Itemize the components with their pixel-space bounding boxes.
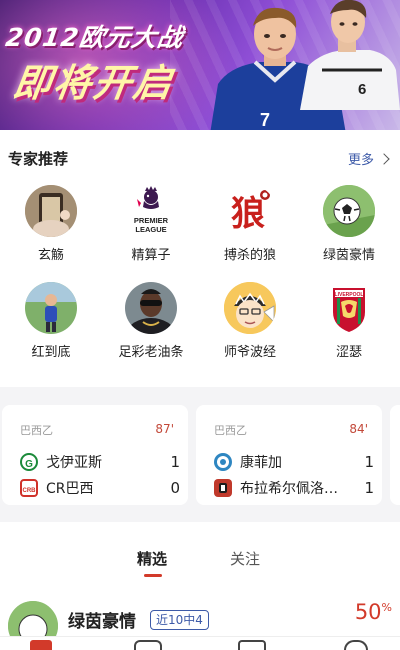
player-white-illustration: 6 [292, 0, 400, 110]
expert-name: 精算子 [131, 248, 171, 263]
team-name: 戈伊亚斯 [46, 455, 102, 471]
match-card[interactable]: 巴西乙 84' 康菲加 1 布拉希尔佩洛… 1 [196, 405, 382, 505]
experts-section-title: 专家推荐 [8, 150, 69, 168]
more-experts-link[interactable]: 更多 [347, 149, 390, 168]
expert-name: 涩瑟 [335, 345, 362, 360]
chevron-right-icon [378, 152, 390, 165]
hit-rate-badge: 近10中4 [150, 610, 209, 630]
data-tab-icon[interactable] [238, 640, 266, 650]
team-logo-icon: G [20, 453, 38, 471]
soccer-ball-avatar [323, 185, 375, 237]
active-tab-indicator [144, 574, 162, 577]
match-minute: 84' [349, 422, 368, 436]
avatar [125, 282, 177, 334]
expert-item[interactable]: 玄觞 [6, 185, 96, 263]
jersey-number-blue: 7 [260, 110, 270, 130]
tab-featured[interactable]: 精选 [137, 548, 167, 569]
home-team-row: 康菲加 1 [214, 451, 374, 473]
svg-text:LEAGUE: LEAGUE [135, 225, 166, 234]
match-card-partial[interactable] [390, 405, 400, 505]
away-team-row: CRB CR巴西 0 [20, 477, 180, 499]
team-score: 1 [364, 479, 374, 497]
banner-subheadline: 即将开启 [10, 61, 177, 105]
profile-tab-icon[interactable] [344, 640, 368, 650]
banner-headline: 2012欧元大战 [3, 23, 186, 52]
win-rate-unit: % [381, 601, 392, 614]
team-score: 0 [170, 479, 180, 497]
expert-name: 绿茵豪情 [322, 248, 375, 263]
expert-item[interactable]: PREMIER LEAGUE 精算子 [106, 185, 196, 263]
tab-following[interactable]: 关注 [230, 548, 260, 569]
home-team-row: G 戈伊亚斯 1 [20, 451, 180, 473]
expert-item[interactable]: LIVERPOOL 涩瑟 [304, 282, 394, 360]
promo-banner[interactable]: 2012欧元大战 即将开启 7 6 [0, 0, 400, 130]
team-name: 康菲加 [240, 455, 282, 471]
expert-name: 搏杀的狼 [223, 248, 276, 263]
team-score: 1 [170, 453, 180, 471]
live-matches-strip: 巴西乙 87' G 戈伊亚斯 1 CRB CR巴西 0 巴西乙 84' 康菲加 … [0, 395, 400, 513]
expert-name: 玄觞 [37, 248, 64, 263]
expert-item[interactable]: 红到底 [6, 282, 96, 360]
league-label: 巴西乙 [214, 424, 247, 437]
expert-item[interactable]: 足彩老油条 [106, 282, 196, 360]
wolf-glyph: 狼 [231, 194, 265, 234]
team-logo-icon [214, 479, 232, 497]
cartoon-avatar [224, 282, 276, 334]
team-score: 1 [364, 453, 374, 471]
match-minute: 87' [155, 422, 174, 436]
expert-name: 足彩老油条 [118, 345, 184, 360]
win-rate-value: 50 [354, 600, 382, 624]
avatar [25, 282, 77, 334]
team-name: CR巴西 [46, 481, 94, 497]
liverpool-crest: LIVERPOOL [323, 282, 375, 334]
expert-name: 师爷波经 [223, 345, 276, 360]
home-tab-icon[interactable] [30, 640, 52, 650]
wolf-calligraphy-logo: 狼 [224, 185, 276, 237]
more-label: 更多 [347, 153, 374, 168]
expert-item[interactable]: 绿茵豪情 [304, 185, 394, 263]
premier-league-logo: PREMIER LEAGUE [125, 185, 177, 237]
avatar [25, 185, 77, 237]
league-label: 巴西乙 [20, 424, 53, 437]
matches-tab-icon[interactable] [134, 640, 162, 650]
expert-item[interactable]: 师爷波经 [205, 282, 295, 360]
recommendation-expert-name[interactable]: 绿茵豪情 [68, 607, 136, 632]
svg-text:G: G [25, 459, 33, 470]
svg-text:CRB: CRB [23, 488, 37, 494]
feed-card [0, 522, 400, 650]
bottom-navigation [0, 636, 400, 650]
match-card[interactable]: 巴西乙 87' G 戈伊亚斯 1 CRB CR巴西 0 [2, 405, 188, 505]
jersey-number-white: 6 [358, 81, 366, 98]
win-rate: 50% [355, 600, 392, 624]
liverpool-text: LIVERPOOL [335, 292, 364, 298]
team-logo-icon: CRB [20, 479, 38, 497]
team-logo-icon [214, 453, 232, 471]
team-name: 布拉希尔佩洛… [240, 481, 338, 497]
expert-name: 红到底 [31, 345, 71, 360]
expert-item[interactable]: 狼 搏杀的狼 [205, 185, 295, 263]
svg-text:PREMIER: PREMIER [134, 216, 169, 225]
away-team-row: 布拉希尔佩洛… 1 [214, 477, 374, 499]
